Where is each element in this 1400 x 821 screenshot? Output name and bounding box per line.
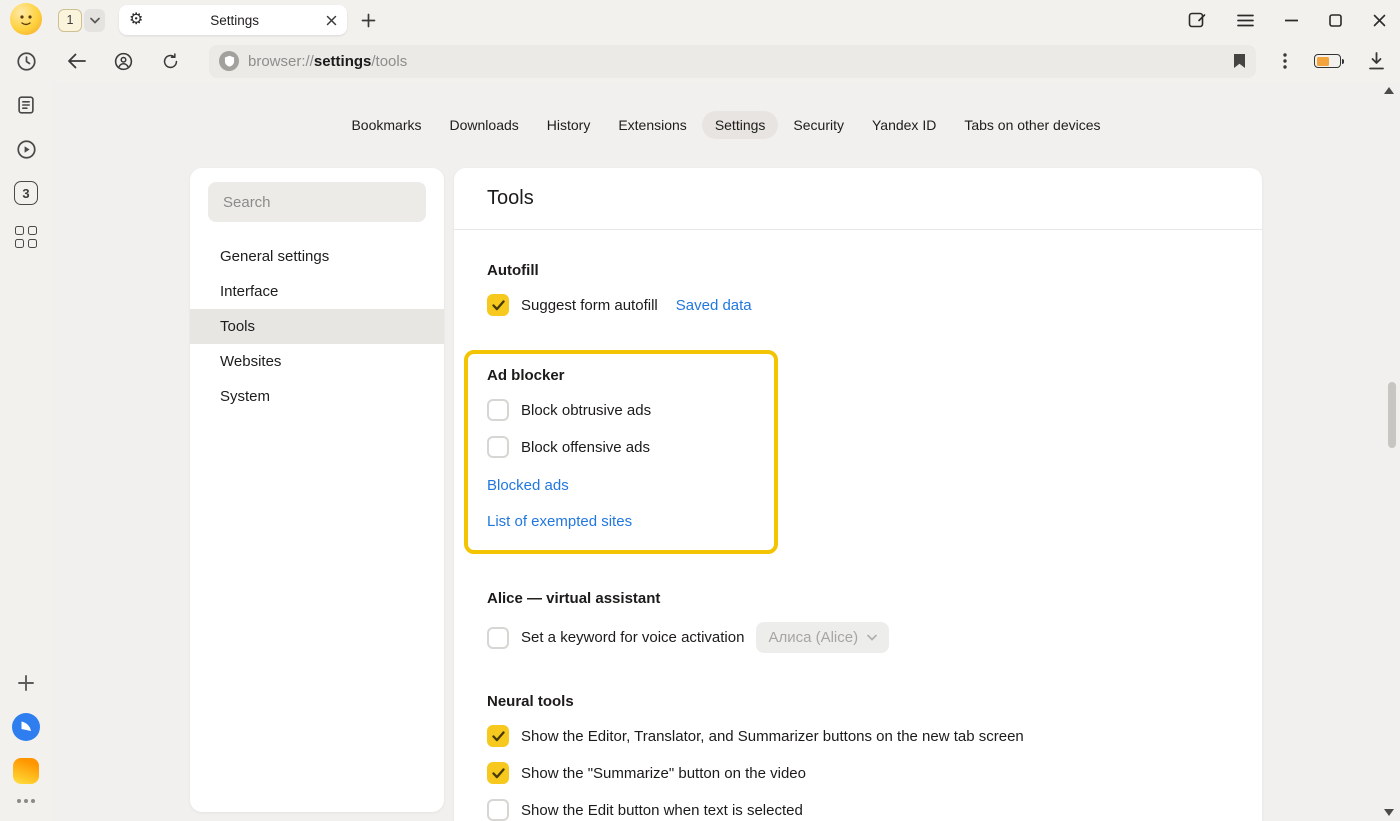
block-obtrusive-row: Block obtrusive ads	[487, 399, 756, 421]
settings-menu-card: General settings Interface Tools Website…	[190, 168, 444, 812]
neural-heading: Neural tools	[487, 693, 1229, 710]
page-title: Tools	[454, 168, 1262, 229]
block-obtrusive-checkbox[interactable]	[487, 399, 509, 421]
neural-row-editor: Show the Editor, Translator, and Summari…	[487, 725, 1229, 747]
address-bar[interactable]: browser://settings/tools	[209, 45, 1256, 78]
bookmark-icon[interactable]	[1233, 53, 1246, 69]
left-sidebar: 3	[0, 0, 52, 821]
tools-settings-card: Tools Autofill Suggest form autofill Sav…	[454, 168, 1262, 821]
alice-heading: Alice — virtual assistant	[487, 590, 1229, 607]
nav-extensions[interactable]: Extensions	[605, 111, 699, 139]
url-text: browser://settings/tools	[248, 53, 407, 70]
toolbar-more-icon[interactable]	[1283, 53, 1287, 69]
nav-bookmarks[interactable]: Bookmarks	[338, 111, 434, 139]
download-icon[interactable]	[1368, 52, 1385, 70]
scrollbar-thumb[interactable]	[1388, 382, 1396, 448]
neural-editor-label: Show the Editor, Translator, and Summari…	[521, 728, 1024, 745]
settings-top-nav: Bookmarks Downloads History Extensions S…	[52, 111, 1400, 139]
close-window-icon[interactable]	[1373, 14, 1386, 27]
neural-row-edit-button: Show the Edit button when text is select…	[487, 799, 1229, 821]
alice-keyword-row: Set a keyword for voice activation Алиса…	[487, 622, 1229, 653]
video-icon[interactable]	[8, 131, 44, 167]
nav-tabs-other-devices[interactable]: Tabs on other devices	[951, 111, 1113, 139]
battery-icon[interactable]	[1314, 54, 1341, 68]
url-suffix: /tools	[371, 53, 407, 70]
nav-downloads[interactable]: Downloads	[437, 111, 532, 139]
block-offensive-label: Block offensive ads	[521, 439, 650, 456]
settings-page: Bookmarks Downloads History Extensions S…	[52, 82, 1400, 821]
tab-title: Settings	[143, 13, 326, 28]
alice-avatar[interactable]	[10, 3, 42, 35]
exempted-sites-link[interactable]: List of exempted sites	[487, 513, 756, 530]
profile-icon[interactable]	[113, 51, 134, 72]
block-obtrusive-label: Block obtrusive ads	[521, 402, 651, 419]
minimize-icon[interactable]	[1285, 19, 1298, 22]
ad-blocker-heading: Ad blocker	[487, 367, 756, 384]
tab-settings[interactable]: ⚙ Settings	[119, 5, 347, 35]
neural-edit-checkbox[interactable]	[487, 799, 509, 821]
tab-group-counter[interactable]: 1	[58, 9, 82, 32]
main-column: 1 ⚙ Settings	[52, 0, 1400, 821]
autofill-row: Suggest form autofill Saved data	[487, 294, 1229, 316]
tab-group-chevron-icon[interactable]	[84, 9, 105, 32]
suggest-autofill-label: Suggest form autofill	[521, 297, 658, 314]
menu-item-tools[interactable]: Tools	[190, 309, 444, 344]
close-tab-icon[interactable]	[326, 15, 337, 26]
add-panel-icon[interactable]	[8, 665, 44, 701]
toolbar: browser://settings/tools	[52, 40, 1400, 82]
back-icon[interactable]	[67, 53, 86, 69]
url-prefix: browser://	[248, 53, 314, 70]
menu-icon[interactable]	[1237, 14, 1254, 27]
menu-item-interface[interactable]: Interface	[190, 274, 444, 309]
side-panel-icon[interactable]	[1188, 11, 1206, 29]
menu-item-websites[interactable]: Websites	[190, 344, 444, 379]
nav-yandex-id[interactable]: Yandex ID	[859, 111, 949, 139]
tab-bar: 1 ⚙ Settings	[52, 0, 1400, 40]
scroll-down-arrow[interactable]	[1384, 809, 1394, 816]
apps-grid-icon[interactable]	[8, 219, 44, 255]
sidebar-more-icon[interactable]	[8, 789, 44, 813]
card-body: Autofill Suggest form autofill Saved dat…	[454, 262, 1262, 821]
alice-keyword-dropdown-value: Алиса (Alice)	[768, 629, 858, 646]
blocked-ads-link[interactable]: Blocked ads	[487, 477, 756, 494]
browser-window: 3 1 ⚙ Settings	[0, 0, 1400, 821]
settings-search-input[interactable]	[208, 182, 426, 222]
neural-summarize-label: Show the "Summarize" button on the video	[521, 765, 806, 782]
alice-keyword-checkbox[interactable]	[487, 627, 509, 649]
autofill-heading: Autofill	[487, 262, 1229, 279]
refresh-icon[interactable]	[161, 52, 180, 71]
nav-settings[interactable]: Settings	[702, 111, 779, 139]
divider	[454, 229, 1262, 230]
window-controls	[1188, 11, 1386, 29]
neural-edit-label: Show the Edit button when text is select…	[521, 802, 803, 819]
neural-summarize-checkbox[interactable]	[487, 762, 509, 784]
yandex-service-icon[interactable]	[8, 753, 44, 789]
downloads-badge[interactable]: 3	[8, 175, 44, 211]
site-security-icon[interactable]	[219, 51, 239, 71]
neural-editor-checkbox[interactable]	[487, 725, 509, 747]
chevron-down-icon	[867, 634, 877, 641]
alice-keyword-dropdown[interactable]: Алиса (Alice)	[756, 622, 889, 653]
settings-menu-list: General settings Interface Tools Website…	[190, 239, 444, 414]
gear-icon: ⚙	[129, 12, 143, 28]
nav-history[interactable]: History	[534, 111, 604, 139]
feed-icon[interactable]	[8, 87, 44, 123]
ad-blocker-highlight: Ad blocker Block obtrusive ads Block off…	[464, 350, 778, 554]
menu-item-general[interactable]: General settings	[190, 239, 444, 274]
neural-row-summarize: Show the "Summarize" button on the video	[487, 762, 1229, 784]
nav-security[interactable]: Security	[780, 111, 857, 139]
history-icon[interactable]	[8, 43, 44, 79]
block-offensive-checkbox[interactable]	[487, 436, 509, 458]
downloads-count: 3	[14, 181, 38, 205]
suggest-autofill-checkbox[interactable]	[487, 294, 509, 316]
url-highlight: settings	[314, 53, 372, 70]
saved-data-link[interactable]: Saved data	[676, 297, 752, 314]
alice-keyword-label: Set a keyword for voice activation	[521, 629, 744, 646]
maximize-icon[interactable]	[1329, 14, 1342, 27]
scroll-up-arrow[interactable]	[1384, 87, 1394, 94]
new-tab-button[interactable]	[361, 13, 376, 28]
block-offensive-row: Block offensive ads	[487, 436, 756, 458]
browser-logo-icon[interactable]	[8, 709, 44, 745]
menu-item-system[interactable]: System	[190, 379, 444, 414]
